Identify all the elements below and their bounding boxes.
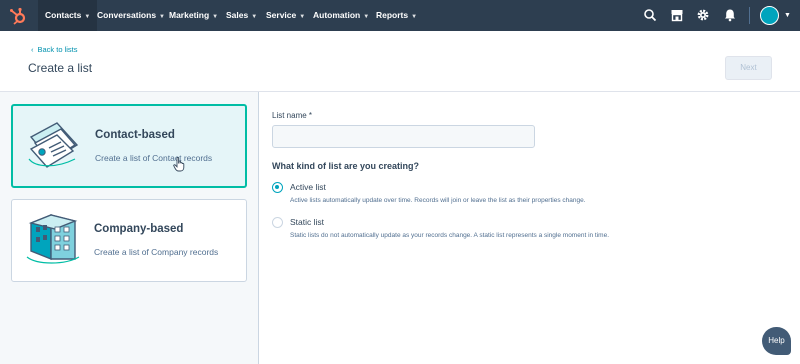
notifications-icon[interactable]: [723, 8, 737, 22]
chevron-down-icon: ▼: [212, 14, 219, 20]
back-to-lists-link[interactable]: ‹ Back to lists: [31, 45, 78, 54]
settings-icon[interactable]: [696, 8, 710, 22]
marketplace-icon[interactable]: [670, 8, 684, 22]
chevron-down-icon: ▼: [299, 14, 306, 20]
nav-sales[interactable]: Sales ▼: [219, 0, 264, 31]
back-link-label: Back to lists: [37, 45, 78, 54]
chevron-left-icon: ‹: [31, 45, 34, 54]
static-list-description: Static lists do not automatically update…: [290, 232, 610, 239]
company-building-illustration-icon: [26, 213, 80, 264]
help-button[interactable]: Help: [762, 327, 791, 355]
list-kind-question: What kind of list are you creating?: [272, 161, 420, 171]
card-title: Company-based: [94, 223, 184, 235]
next-button[interactable]: Next: [725, 56, 772, 80]
top-navigation-bar: Contacts ▼ Conversations ▼ Marketing ▼ Sale…: [0, 0, 800, 31]
nav-label: Reports: [376, 10, 409, 20]
card-description: Create a list of Company records: [94, 247, 219, 257]
nav-divider: [749, 7, 750, 24]
chevron-down-icon: ▼: [251, 14, 258, 20]
hubspot-logo-icon[interactable]: [8, 6, 28, 26]
nav-service[interactable]: Service ▼: [259, 0, 312, 31]
static-list-radio[interactable]: [272, 217, 283, 228]
nav-marketing[interactable]: Marketing ▼: [162, 0, 225, 31]
active-list-description: Active lists automatically update over t…: [290, 197, 586, 204]
card-contact-based[interactable]: Contact-based Create a list of Contact r…: [11, 104, 247, 188]
nav-automation[interactable]: Automation ▼: [306, 0, 376, 31]
card-company-based[interactable]: Company-based Create a list of Company r…: [11, 199, 247, 282]
contact-cards-illustration-icon: [28, 122, 79, 168]
nav-label: Conversations: [97, 10, 157, 20]
hand-cursor-icon: [173, 157, 185, 172]
nav-reports[interactable]: Reports ▼: [369, 0, 424, 31]
card-title: Contact-based: [95, 129, 175, 141]
list-name-input[interactable]: [272, 125, 535, 148]
search-icon[interactable]: [643, 8, 657, 22]
page-title: Create a list: [28, 61, 93, 75]
list-name-label: List name *: [272, 111, 313, 120]
nav-conversations[interactable]: Conversations ▼: [90, 0, 172, 31]
nav-label: Contacts: [45, 10, 82, 20]
avatar[interactable]: [760, 6, 779, 25]
chevron-down-icon: ▼: [411, 14, 418, 20]
active-list-radio[interactable]: [272, 182, 283, 193]
nav-label: Marketing: [169, 10, 210, 20]
card-description: Create a list of Contact records: [95, 153, 213, 163]
chevron-down-icon[interactable]: ▼: [784, 12, 791, 19]
active-list-label[interactable]: Active list: [290, 182, 326, 192]
nav-contacts[interactable]: Contacts ▼: [38, 0, 98, 31]
nav-label: Automation: [313, 10, 361, 20]
nav-label: Service: [266, 10, 297, 20]
static-list-label[interactable]: Static list: [290, 217, 324, 227]
nav-label: Sales: [226, 10, 249, 20]
